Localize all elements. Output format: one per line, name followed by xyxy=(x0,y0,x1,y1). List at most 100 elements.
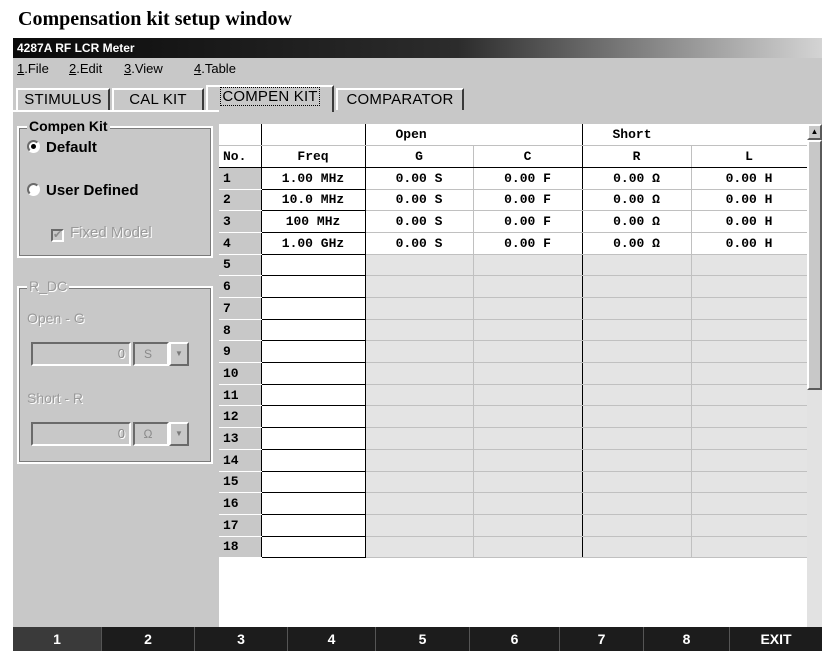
open-c-cell[interactable] xyxy=(473,340,583,364)
menu-table[interactable]: 4.Table xyxy=(194,58,236,80)
table-row[interactable]: 1 1.00 MHz 0.00 S 0.00 F 0.00 Ω 0.00 H xyxy=(219,167,808,190)
open-c-cell[interactable] xyxy=(473,492,583,515)
freq-cell[interactable] xyxy=(261,449,366,472)
open-c-cell[interactable] xyxy=(473,384,583,407)
short-l-cell[interactable] xyxy=(691,254,808,277)
short-l-cell[interactable] xyxy=(691,492,808,515)
open-g-cell[interactable] xyxy=(365,427,474,450)
short-r-cell[interactable] xyxy=(582,319,692,342)
open-g-cell[interactable] xyxy=(365,536,474,559)
table-row[interactable]: 12 xyxy=(219,405,808,429)
scroll-thumb[interactable] xyxy=(807,140,822,390)
freq-cell[interactable] xyxy=(261,340,366,364)
freq-cell[interactable]: 100 MHz xyxy=(261,210,366,233)
open-c-cell[interactable] xyxy=(473,362,583,385)
short-l-cell[interactable] xyxy=(691,384,808,407)
softkey-3[interactable]: 3 xyxy=(195,627,288,651)
freq-cell[interactable] xyxy=(261,471,366,494)
table-row[interactable]: 13 xyxy=(219,427,808,450)
softkey-7[interactable]: 7 xyxy=(560,627,644,651)
open-c-cell[interactable] xyxy=(473,427,583,450)
freq-cell[interactable] xyxy=(261,514,366,537)
short-r-cell[interactable] xyxy=(582,449,692,472)
short-r-cell[interactable] xyxy=(582,362,692,385)
short-r-cell[interactable] xyxy=(582,275,692,298)
short-r-cell[interactable] xyxy=(582,340,692,364)
short-r-input[interactable]: 0 xyxy=(31,422,131,446)
open-c-cell[interactable]: 0.00 F xyxy=(473,232,583,255)
freq-cell[interactable] xyxy=(261,254,366,277)
open-g-cell[interactable]: 0.00 S xyxy=(365,189,474,212)
open-g-input[interactable]: 0 xyxy=(31,342,131,366)
fixed-model-checkbox[interactable]: ✔ Fixed Model xyxy=(51,223,152,243)
short-l-cell[interactable] xyxy=(691,405,808,429)
short-l-cell[interactable] xyxy=(691,449,808,472)
freq-cell[interactable] xyxy=(261,405,366,429)
short-r-cell[interactable] xyxy=(582,384,692,407)
radio-default[interactable]: Default xyxy=(27,138,97,158)
short-l-cell[interactable]: 0.00 H xyxy=(691,189,808,212)
short-r-cell[interactable]: 0.00 Ω xyxy=(582,167,692,190)
table-row[interactable]: 2 10.0 MHz 0.00 S 0.00 F 0.00 Ω 0.00 H xyxy=(219,189,808,212)
softkey-8[interactable]: 8 xyxy=(644,627,730,651)
short-r-cell[interactable] xyxy=(582,471,692,494)
open-c-cell[interactable]: 0.00 F xyxy=(473,167,583,190)
table-row[interactable]: 8 xyxy=(219,319,808,342)
menu-edit[interactable]: 2.Edit xyxy=(69,58,102,80)
softkey-2[interactable]: 2 xyxy=(102,627,195,651)
open-g-cell[interactable] xyxy=(365,254,474,277)
table-row[interactable]: 7 xyxy=(219,297,808,320)
open-g-cell[interactable] xyxy=(365,405,474,429)
short-l-cell[interactable] xyxy=(691,297,808,320)
short-r-cell[interactable]: 0.00 Ω xyxy=(582,210,692,233)
chevron-down-icon[interactable]: ▼ xyxy=(169,422,189,446)
open-g-cell[interactable]: 0.00 S xyxy=(365,167,474,190)
softkey-5[interactable]: 5 xyxy=(376,627,470,651)
short-r-cell[interactable] xyxy=(582,254,692,277)
open-g-cell[interactable]: 0.00 S xyxy=(365,210,474,233)
open-c-cell[interactable] xyxy=(473,536,583,559)
tab-compen-kit[interactable]: COMPEN KIT xyxy=(206,85,334,112)
chevron-down-icon[interactable]: ▼ xyxy=(169,342,189,366)
table-row[interactable]: 5 xyxy=(219,254,808,277)
open-g-cell[interactable] xyxy=(365,362,474,385)
table-row[interactable]: 15 xyxy=(219,471,808,494)
menu-file[interactable]: 1.File xyxy=(17,58,49,80)
short-l-cell[interactable]: 0.00 H xyxy=(691,210,808,233)
short-l-cell[interactable] xyxy=(691,362,808,385)
open-c-cell[interactable] xyxy=(473,275,583,298)
tab-cal-kit[interactable]: CAL KIT xyxy=(112,88,204,110)
table-row[interactable]: 10 xyxy=(219,362,808,385)
table-scrollbar[interactable]: ▲ ▼ xyxy=(807,124,822,648)
table-row[interactable]: 3 100 MHz 0.00 S 0.00 F 0.00 Ω 0.00 H xyxy=(219,210,808,233)
open-g-cell[interactable] xyxy=(365,319,474,342)
short-r-cell[interactable] xyxy=(582,492,692,515)
open-g-cell[interactable] xyxy=(365,492,474,515)
table-row[interactable]: 18 xyxy=(219,536,808,559)
short-r-unit-select[interactable]: Ω xyxy=(133,422,169,446)
table-row[interactable]: 6 xyxy=(219,275,808,298)
tab-comparator[interactable]: COMPARATOR xyxy=(336,88,464,110)
table-row[interactable]: 16 xyxy=(219,492,808,515)
open-g-cell[interactable] xyxy=(365,514,474,537)
freq-cell[interactable]: 10.0 MHz xyxy=(261,189,366,212)
short-r-cell[interactable] xyxy=(582,536,692,559)
short-l-cell[interactable]: 0.00 H xyxy=(691,167,808,190)
open-c-cell[interactable] xyxy=(473,319,583,342)
short-r-cell[interactable] xyxy=(582,405,692,429)
open-c-cell[interactable] xyxy=(473,449,583,472)
open-g-cell[interactable] xyxy=(365,340,474,364)
open-g-cell[interactable] xyxy=(365,449,474,472)
freq-cell[interactable] xyxy=(261,362,366,385)
short-r-cell[interactable] xyxy=(582,514,692,537)
open-c-cell[interactable] xyxy=(473,405,583,429)
freq-cell[interactable] xyxy=(261,492,366,515)
freq-cell[interactable]: 1.00 GHz xyxy=(261,232,366,255)
open-c-cell[interactable] xyxy=(473,254,583,277)
open-c-cell[interactable] xyxy=(473,297,583,320)
short-l-cell[interactable] xyxy=(691,514,808,537)
freq-cell[interactable] xyxy=(261,536,366,559)
short-l-cell[interactable] xyxy=(691,340,808,364)
short-l-cell[interactable] xyxy=(691,319,808,342)
freq-cell[interactable] xyxy=(261,275,366,298)
